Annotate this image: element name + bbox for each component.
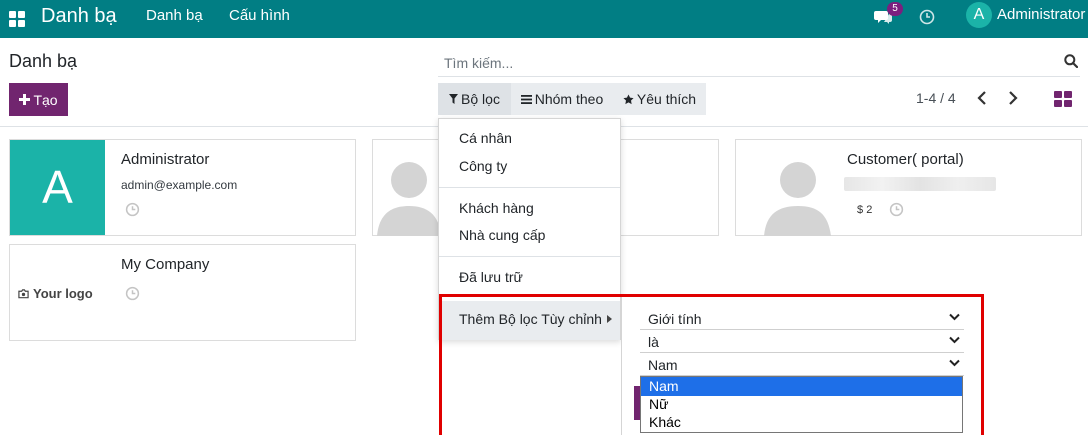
sales-count[interactable]: $ 2 (857, 204, 872, 216)
operator-select[interactable]: là (640, 331, 964, 353)
filters-toggle[interactable]: Bộ lọc (438, 83, 511, 115)
pager-next-icon[interactable] (1004, 89, 1020, 107)
filters-dropdown-menu: Cá nhân Công ty Khách hàng Nhà cung cấp … (438, 118, 621, 340)
chevron-down-icon (949, 359, 960, 367)
activity-clock-icon[interactable] (125, 202, 140, 217)
search-icon[interactable] (1064, 54, 1078, 68)
apps-menu-icon[interactable] (9, 11, 25, 27)
camera-icon (18, 288, 29, 298)
control-panel: Danh bạ Tạo Bộ lọc Nhóm theo Yêu thích 1… (0, 38, 1088, 127)
value-select[interactable]: Nam (640, 354, 964, 376)
chevron-down-icon (949, 336, 960, 344)
dollar-icon: $ (857, 204, 864, 216)
contact-card-customer-portal[interactable]: Customer( portal) $ 2 (735, 139, 1082, 236)
filter-companies[interactable]: Công ty (459, 158, 507, 174)
plus-icon (19, 94, 31, 105)
top-navbar: Danh bạ Danh bạ Cấu hình 5 A Administrat… (0, 0, 1088, 38)
activity-clock-icon[interactable] (919, 9, 935, 25)
search-bar (438, 48, 1080, 77)
create-label: Tạo (33, 91, 58, 108)
contact-card-my-company[interactable]: Your logo My Company (9, 244, 356, 341)
blurred-email (844, 177, 996, 191)
menu-configuration[interactable]: Cấu hình (229, 7, 290, 24)
pager-value[interactable]: 1-4 / 4 (916, 90, 956, 106)
chat-count-badge: 5 (887, 2, 903, 16)
filter-archived[interactable]: Đã lưu trữ (459, 269, 523, 285)
activity-clock-icon[interactable] (889, 202, 904, 217)
filter-vendors[interactable]: Nhà cung cấp (459, 227, 545, 243)
filters-label: Bộ lọc (461, 91, 500, 107)
person-silhouette-icon (377, 162, 441, 236)
user-avatar[interactable]: A (966, 2, 992, 28)
filter-funnel-icon (449, 94, 459, 104)
contact-name: My Company (121, 256, 210, 273)
contact-name: Administrator (121, 151, 210, 168)
groupby-toggle[interactable]: Nhóm theo (511, 83, 613, 115)
favorites-label: Yêu thích (636, 91, 697, 107)
favorites-toggle[interactable]: Yêu thích (613, 83, 706, 115)
activity-clock-icon[interactable] (125, 286, 140, 301)
filter-individuals[interactable]: Cá nhân (459, 130, 512, 146)
contact-card-administrator[interactable]: A Administrator admin@example.com (9, 139, 356, 236)
app-brand[interactable]: Danh bạ (41, 5, 117, 28)
search-input[interactable] (442, 52, 1042, 74)
value-options-list: Nam Nữ Khác (640, 376, 963, 433)
kanban-view-icon[interactable] (1054, 91, 1072, 107)
list-bars-icon (520, 94, 532, 104)
groupby-label: Nhóm theo (534, 91, 604, 107)
filter-customers[interactable]: Khách hàng (459, 200, 534, 216)
caret-right-icon (607, 315, 612, 323)
option-female[interactable]: Nữ (641, 395, 962, 414)
field-select[interactable]: Giới tính (640, 308, 964, 330)
create-button[interactable]: Tạo (9, 83, 68, 116)
option-other[interactable]: Khác (641, 413, 962, 432)
company-logo: Your logo (18, 286, 93, 301)
option-male[interactable]: Nam (641, 377, 962, 396)
contact-email: admin@example.com (121, 178, 238, 192)
menu-divider (439, 256, 620, 257)
add-custom-filter-label: Thêm Bộ lọc Tùy chỉnh (459, 311, 602, 327)
menu-divider (439, 187, 620, 188)
page-title: Danh bạ (9, 51, 78, 71)
chevron-down-icon (949, 313, 960, 321)
contact-avatar: A (10, 140, 105, 235)
menu-contacts[interactable]: Danh bạ (146, 7, 203, 24)
person-silhouette-icon (764, 162, 831, 236)
star-icon (623, 93, 634, 104)
add-custom-filter[interactable]: Thêm Bộ lọc Tùy chỉnh (439, 301, 620, 340)
pager-previous-icon[interactable] (975, 89, 991, 107)
user-menu-name[interactable]: Administrator (997, 6, 1085, 23)
contact-name: Customer( portal) (847, 151, 964, 168)
